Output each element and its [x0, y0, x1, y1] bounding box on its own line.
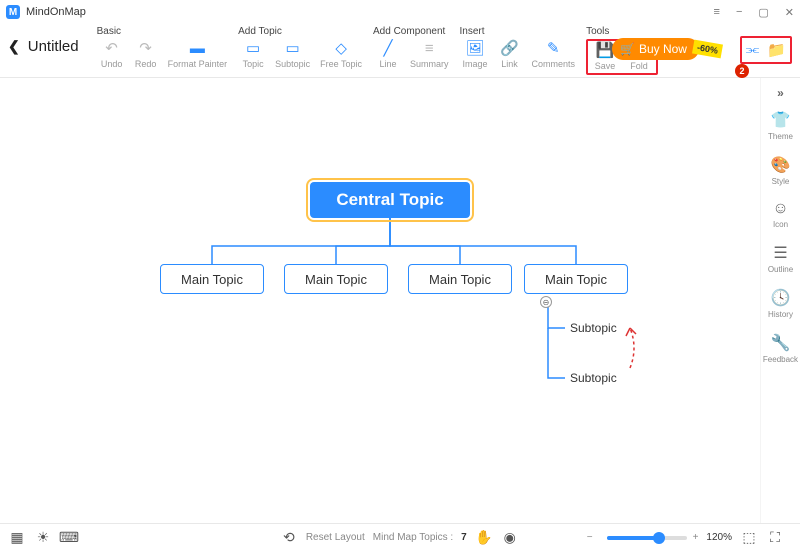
annotation-badge-2: 2	[735, 64, 749, 78]
right-side-panel: » 👕Theme 🎨Style ☺Icon ☰Outline 🕓History …	[760, 78, 800, 523]
reset-layout-icon[interactable]: ⟲	[280, 529, 298, 547]
link-icon: 🔗	[500, 39, 519, 57]
line-icon: ╱	[384, 39, 393, 57]
back-button[interactable]: ❮	[8, 38, 20, 55]
share-button[interactable]: ⫘	[746, 41, 760, 59]
collapse-children-button[interactable]: ⊖	[540, 296, 552, 308]
topic-button[interactable]: ▭Topic	[238, 39, 268, 69]
share-export-highlight-box: ⫘ 📁	[740, 36, 792, 64]
keyboard-button[interactable]: ⌨	[60, 529, 78, 547]
outline-icon: ☰	[773, 243, 787, 263]
format-painter-button[interactable]: ▬Format Painter	[165, 39, 231, 69]
subtopic-node[interactable]: Subtopic	[570, 371, 617, 385]
history-tab[interactable]: 🕓History	[768, 288, 793, 319]
export-button[interactable]: 📁	[767, 41, 786, 59]
maximize-icon[interactable]: ▢	[758, 6, 768, 19]
menu-icon[interactable]: ≡	[714, 6, 720, 19]
topics-count: 7	[461, 532, 467, 543]
zoom-slider[interactable]	[607, 536, 687, 540]
group-add-component: Add Component ╱Line ≡Summary	[373, 24, 452, 69]
subtopic-node[interactable]: Subtopic	[570, 321, 617, 335]
main-topic-node[interactable]: Main Topic	[408, 264, 512, 294]
reset-layout-label[interactable]: Reset Layout	[306, 532, 365, 543]
main-topic-node[interactable]: Main Topic	[524, 264, 628, 294]
status-bar: ▦ ☀ ⌨ ⟲ Reset Layout Mind Map Topics : 7…	[0, 523, 800, 551]
group-basic: Basic ↶Undo ↷Redo ▬Format Painter	[97, 24, 231, 69]
main-toolbar: ❮ Untitled Basic ↶Undo ↷Redo ▬Format Pai…	[0, 24, 800, 78]
image-icon: 🖼	[466, 39, 485, 57]
main-topic-node[interactable]: Main Topic	[160, 264, 264, 294]
mindmap-canvas[interactable]: Central Topic Main Topic Main Topic Main…	[0, 78, 760, 523]
icon-tab[interactable]: ☺Icon	[772, 200, 788, 229]
background-button[interactable]: ▦	[8, 529, 26, 547]
main-topic-node[interactable]: Main Topic	[284, 264, 388, 294]
app-logo: M	[6, 5, 20, 19]
link-button[interactable]: 🔗Link	[495, 39, 525, 69]
image-button[interactable]: 🖼Image	[460, 39, 491, 69]
feedback-icon: 🔧	[771, 333, 791, 353]
theme-icon: 👕	[771, 110, 791, 130]
view-mode-button[interactable]: ◉	[501, 529, 519, 547]
collapse-panel-button[interactable]: »	[777, 86, 784, 100]
redo-icon: ↷	[139, 39, 152, 57]
cart-icon: 🛒	[620, 42, 635, 56]
buy-now-button[interactable]: 🛒Buy Now -60%	[612, 38, 722, 60]
style-icon: 🎨	[771, 155, 791, 175]
pan-tool-button[interactable]: ✋	[475, 529, 493, 547]
zoom-percent[interactable]: 120%	[706, 532, 732, 543]
line-button[interactable]: ╱Line	[373, 39, 403, 69]
theme-tab[interactable]: 👕Theme	[768, 110, 793, 141]
style-tab[interactable]: 🎨Style	[771, 155, 791, 186]
brightness-button[interactable]: ☀	[34, 529, 52, 547]
subtopic-button[interactable]: ▭Subtopic	[272, 39, 313, 69]
subtopic-icon: ▭	[286, 39, 300, 57]
undo-button[interactable]: ↶Undo	[97, 39, 127, 69]
zoom-in-button[interactable]: +	[693, 532, 699, 543]
topics-label: Mind Map Topics :	[373, 532, 453, 543]
comments-button[interactable]: ✎Comments	[529, 39, 579, 69]
outline-tab[interactable]: ☰Outline	[768, 243, 793, 274]
topic-icon: ▭	[246, 39, 260, 57]
select-tool-button[interactable]: ⬚	[740, 529, 758, 547]
group-add-topic: Add Topic ▭Topic ▭Subtopic ◇Free Topic	[238, 24, 365, 69]
undo-icon: ↶	[105, 39, 118, 57]
summary-button[interactable]: ≡Summary	[407, 39, 452, 69]
window-titlebar: M MindOnMap ≡ − ▢ ✕	[0, 0, 800, 24]
minimize-icon[interactable]: −	[736, 6, 742, 19]
document-title[interactable]: Untitled	[28, 38, 79, 55]
icon-icon: ☺	[772, 200, 788, 218]
central-topic-node[interactable]: Central Topic	[310, 182, 470, 218]
redo-button[interactable]: ↷Redo	[131, 39, 161, 69]
format-painter-icon: ▬	[190, 39, 205, 57]
fit-screen-button[interactable]: ⛶	[766, 529, 784, 547]
comments-icon: ✎	[547, 39, 560, 57]
summary-icon: ≡	[425, 39, 434, 57]
free-topic-icon: ◇	[335, 39, 347, 57]
zoom-out-button[interactable]: −	[587, 532, 593, 543]
history-icon: 🕓	[771, 288, 791, 308]
close-icon[interactable]: ✕	[785, 6, 794, 19]
group-insert: Insert 🖼Image 🔗Link ✎Comments	[460, 24, 579, 69]
feedback-tab[interactable]: 🔧Feedback	[763, 333, 798, 364]
free-topic-button[interactable]: ◇Free Topic	[317, 39, 365, 69]
app-name: MindOnMap	[26, 6, 86, 18]
